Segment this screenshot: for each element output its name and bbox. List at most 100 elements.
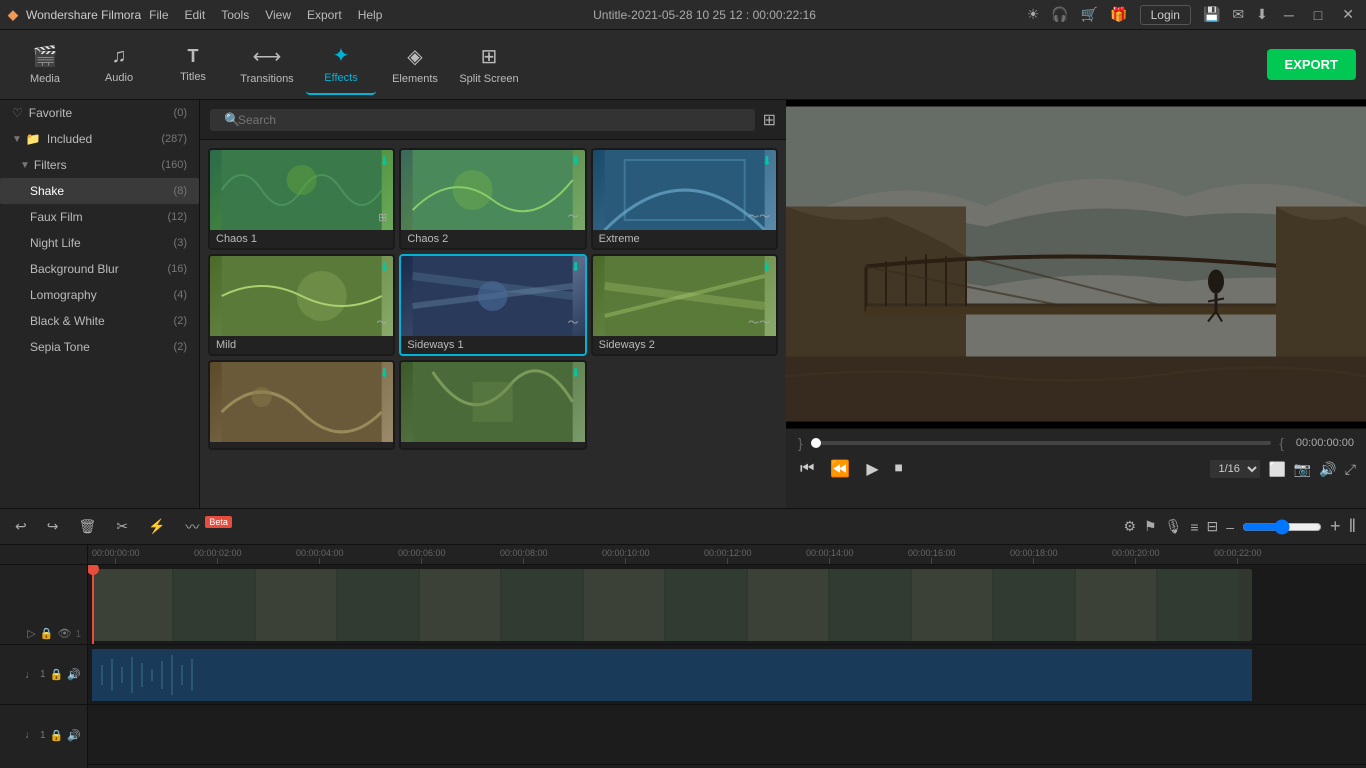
menu-file[interactable]: File <box>149 8 168 22</box>
sidebar-item-included[interactable]: ▼ 📁 Included (287) <box>0 126 199 152</box>
login-button[interactable]: Login <box>1140 5 1191 25</box>
mail-icon[interactable]: ✉ <box>1232 6 1244 23</box>
sidebar-item-background-blur[interactable]: Background Blur (16) <box>0 256 199 282</box>
settings-button[interactable]: ⤢ <box>1345 461 1356 478</box>
lock-icon[interactable]: 🔒 <box>40 627 54 640</box>
grid-options-icon[interactable]: ⊞ <box>763 110 776 130</box>
progress-bar-wrap: } { 00:00:00:00 <box>786 429 1366 453</box>
preview-panel: } { 00:00:00:00 ⏮ ⏪ ▶ ⏹ 1/16 <box>786 100 1366 508</box>
lock-icon2[interactable]: 🔒 <box>50 668 64 681</box>
tool-transitions[interactable]: ⟷ Transitions <box>232 35 302 95</box>
play-button[interactable]: ▶ <box>862 457 882 481</box>
ruler-mark-7: 00:00:14:00 <box>806 548 854 564</box>
lock-icon3[interactable]: 🔒 <box>50 729 64 742</box>
maximize-button[interactable]: □ <box>1310 7 1326 23</box>
sidebar-item-shake[interactable]: Shake (8) <box>0 178 199 204</box>
zoom-slider[interactable] <box>1242 519 1322 535</box>
sidebar-item-filters[interactable]: ▼ Filters (160) <box>0 152 199 178</box>
effect-thumb-img: ⬇ 〜〜 <box>593 256 776 336</box>
tl-zoom-out-button[interactable]: – <box>1226 519 1234 535</box>
audio-clip[interactable] <box>92 649 1252 701</box>
tool-media[interactable]: 🎬 Media <box>10 35 80 95</box>
bw-count: (2) <box>174 315 187 327</box>
tl-mic-button[interactable]: 🎙 <box>1165 518 1183 535</box>
volume-icon[interactable]: 🔊 <box>67 668 81 681</box>
tl-sub-button[interactable]: ⊟ <box>1207 518 1219 535</box>
effect-8[interactable]: ⬇ <box>399 360 586 450</box>
menu-view[interactable]: View <box>265 8 291 22</box>
menu-help[interactable]: Help <box>358 8 383 22</box>
search-input[interactable] <box>210 109 755 131</box>
tl-right: ⚙ ⚑ 🎙 ≡ ⊟ – + ‖ <box>1123 516 1356 537</box>
beta-badge: Beta <box>205 516 232 528</box>
menu-edit[interactable]: Edit <box>185 8 206 22</box>
stop-button[interactable]: ⏹ <box>891 458 907 480</box>
chevron-down-icon-filters: ▼ <box>20 160 30 171</box>
sidebar-item-favorite[interactable]: ♡ Favorite (0) <box>0 100 199 126</box>
timeline-toolbar: ↩ ↪ 🗑 ✂ ⚡ 〰 Beta ⚙ ⚑ 🎙 ≡ ⊟ – + ‖ <box>0 509 1366 545</box>
video-clip[interactable]: ▷ production ID_4782379 (1) <box>92 569 1252 641</box>
effect-sideways2[interactable]: ⬇ 〜〜 Sideways 2 <box>591 254 778 356</box>
progress-handle[interactable] <box>811 438 821 448</box>
lomography-count: (4) <box>174 289 187 301</box>
effect-chaos2[interactable]: ⬇ 〜 Chaos 2 <box>399 148 586 250</box>
effect-mild[interactable]: ⬇ 〜 Mild <box>208 254 395 356</box>
faux-film-count: (12) <box>167 211 187 223</box>
effect-label: Chaos 1 <box>210 230 393 248</box>
cut-button[interactable]: ✂ <box>111 515 133 538</box>
download-icon[interactable]: ⬇ <box>1256 6 1268 23</box>
sidebar-item-black-white[interactable]: Black & White (2) <box>0 308 199 334</box>
tool-effects[interactable]: ✦ Effects <box>306 35 376 95</box>
tool-split-screen[interactable]: ⊞ Split Screen <box>454 35 524 95</box>
download-icon: ⬇ <box>379 260 389 274</box>
export-button[interactable]: EXPORT <box>1267 49 1356 80</box>
effect-7[interactable]: ⬇ <box>208 360 395 450</box>
shake-count: (8) <box>174 185 187 197</box>
video-track: ▷ production ID_4782379 (1) <box>88 565 1366 645</box>
ratio-select[interactable]: 1/16 <box>1210 460 1260 478</box>
favorite-label: Favorite <box>29 106 170 120</box>
close-button[interactable]: ✕ <box>1338 6 1358 23</box>
headphones-icon[interactable]: 🎧 <box>1051 6 1068 23</box>
tool-elements[interactable]: ◈ Elements <box>380 35 450 95</box>
effect-chaos1[interactable]: ⬇ ⊞ Chaos 1 <box>208 148 395 250</box>
split-button[interactable]: ⚡ <box>143 515 170 538</box>
minimize-button[interactable]: ─ <box>1280 7 1298 23</box>
effect-label <box>210 442 393 448</box>
effect-sideways1[interactable]: ⬇ 〜 Sideways 1 <box>399 254 586 356</box>
timeline-cursor[interactable] <box>92 565 94 644</box>
fullscreen-button[interactable]: ⬜ <box>1268 461 1285 478</box>
menu-tools[interactable]: Tools <box>221 8 249 22</box>
progress-track[interactable] <box>811 441 1272 445</box>
zoom-in-button[interactable]: + <box>1330 516 1341 537</box>
app-name: Wondershare Filmora <box>26 8 141 22</box>
audio-waveform-button[interactable]: 〰 Beta <box>180 514 236 540</box>
cart-icon[interactable]: 🛒 <box>1081 6 1098 23</box>
tl-settings-button[interactable]: ⚙ <box>1123 518 1136 535</box>
sidebar-item-sepia-tone[interactable]: Sepia Tone (2) <box>0 334 199 360</box>
transitions-icon: ⟷ <box>253 44 282 69</box>
tl-divider-button[interactable]: ‖ <box>1349 516 1356 537</box>
sidebar-item-lomography[interactable]: Lomography (4) <box>0 282 199 308</box>
tl-mix-button[interactable]: ≡ <box>1190 519 1198 535</box>
video-track-header: ▷ 🔒 👁 1 <box>0 565 87 645</box>
gift-icon[interactable]: 🎁 <box>1110 6 1127 23</box>
eye-icon[interactable]: 👁 <box>57 627 71 640</box>
volume-icon2[interactable]: 🔊 <box>67 729 81 742</box>
volume-button[interactable]: 🔊 <box>1319 461 1336 478</box>
tool-titles[interactable]: T Titles <box>158 35 228 95</box>
tl-marker-button[interactable]: ⚑ <box>1144 518 1157 535</box>
sidebar-item-faux-film[interactable]: Faux Film (12) <box>0 204 199 230</box>
sidebar-item-night-life[interactable]: Night Life (3) <box>0 230 199 256</box>
save-icon[interactable]: 💾 <box>1203 6 1220 23</box>
menu-export[interactable]: Export <box>307 8 342 22</box>
undo-button[interactable]: ↩ <box>10 515 32 538</box>
frame-back-button[interactable]: ⏪ <box>826 457 854 481</box>
sun-icon[interactable]: ☀ <box>1027 6 1040 23</box>
redo-button[interactable]: ↪ <box>42 515 64 538</box>
screenshot-button[interactable]: 📷 <box>1294 461 1311 478</box>
tool-audio[interactable]: ♫ Audio <box>84 35 154 95</box>
step-back-button[interactable]: ⏮ <box>796 458 818 480</box>
effect-extreme[interactable]: ⬇ 〜〜 Extreme <box>591 148 778 250</box>
delete-button[interactable]: 🗑 <box>73 515 101 538</box>
